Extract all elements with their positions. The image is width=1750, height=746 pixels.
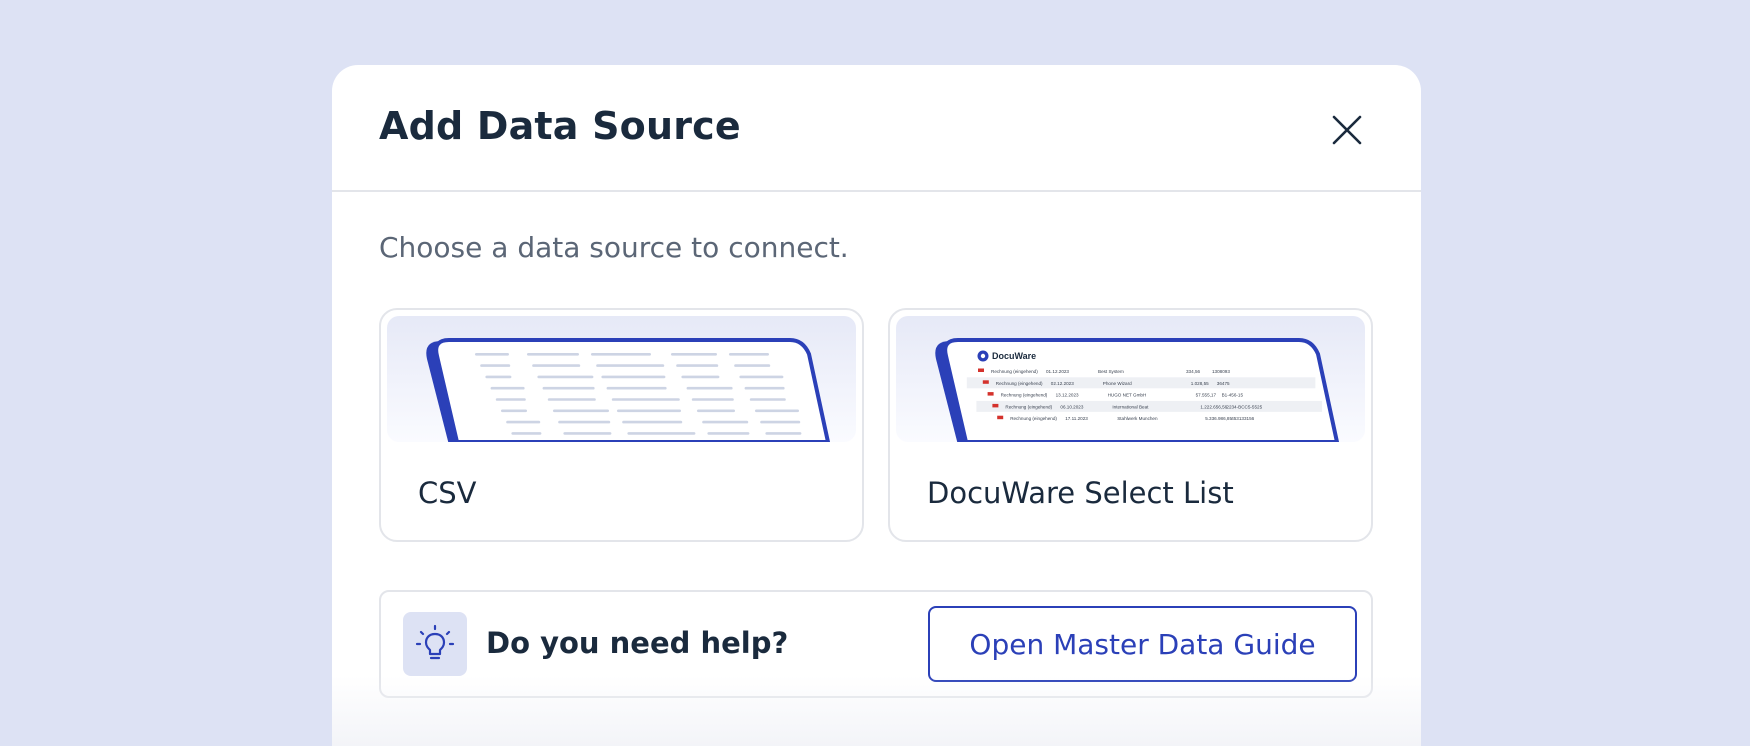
list-cell: Phone Wizard bbox=[1103, 381, 1132, 386]
placeholder-line bbox=[744, 386, 785, 390]
dialog-header: Add Data Source bbox=[332, 65, 1421, 192]
list-cell: 334,56 bbox=[1186, 369, 1200, 374]
placeholder-line bbox=[611, 398, 680, 401]
pdf-file-icon bbox=[978, 368, 984, 372]
placeholder-line bbox=[563, 432, 612, 435]
list-cell: Rechnung (eingehend) bbox=[991, 369, 1038, 374]
placeholder-line bbox=[681, 375, 720, 379]
list-cell: Rechnung (eingehend) bbox=[1001, 393, 1048, 398]
placeholder-line bbox=[627, 432, 696, 435]
list-cell: 2234-BCC5-5525 bbox=[1226, 404, 1262, 409]
placeholder-line bbox=[532, 364, 581, 367]
placeholder-line bbox=[542, 386, 595, 390]
list-cell: Rechnung (eingehend) bbox=[996, 381, 1043, 386]
help-icon-box bbox=[403, 612, 467, 676]
docuware-logo-text: DocuWare bbox=[992, 351, 1036, 361]
placeholder-line bbox=[760, 420, 801, 424]
pdf-file-icon bbox=[987, 392, 994, 396]
placeholder-line bbox=[495, 398, 526, 401]
placeholder-line bbox=[475, 353, 509, 356]
placeholder-line bbox=[506, 420, 541, 424]
list-cell: 02.12.2023 bbox=[1051, 381, 1074, 386]
placeholder-line bbox=[765, 432, 802, 435]
add-data-source-dialog: Add Data Source Choose a data source to … bbox=[332, 65, 1421, 746]
placeholder-line bbox=[527, 353, 579, 356]
list-cell: 01.12.2023 bbox=[1046, 369, 1069, 374]
list-cell: 1.028,55 bbox=[1191, 381, 1209, 386]
placeholder-line bbox=[601, 375, 666, 379]
csv-source-card[interactable]: CSV bbox=[379, 308, 864, 542]
placeholder-line bbox=[553, 409, 609, 413]
list-cell: HUGO NET GmbH bbox=[1108, 393, 1147, 398]
pdf-file-icon bbox=[992, 403, 999, 408]
list-cell: B1-456-15 bbox=[1222, 393, 1244, 398]
pdf-file-icon bbox=[997, 415, 1004, 420]
list-cell: Rechnung (eingehend) bbox=[1010, 416, 1057, 421]
pdf-file-icon bbox=[982, 380, 989, 384]
placeholder-line bbox=[501, 409, 527, 413]
placeholder-line bbox=[490, 386, 525, 390]
csv-preview-illustration bbox=[387, 316, 856, 442]
list-cell: Best System bbox=[1098, 369, 1124, 374]
placeholder-line bbox=[617, 409, 681, 413]
list-cell: 17.11.2023 bbox=[1065, 416, 1088, 421]
docuware-select-list-card[interactable]: DocuWare Rechnung (eingehend) 01.12.2023 B… bbox=[888, 308, 1373, 542]
list-cell: 1.222.656,56 bbox=[1200, 404, 1227, 409]
list-cell: 5.336.986,85 bbox=[1205, 416, 1232, 421]
dialog-subtitle: Choose a data source to connect. bbox=[379, 231, 849, 264]
placeholder-line bbox=[537, 375, 594, 379]
list-cell: 36475 bbox=[1217, 381, 1230, 386]
placeholder-line bbox=[622, 420, 683, 424]
close-icon bbox=[1332, 115, 1362, 145]
placeholder-line bbox=[480, 364, 511, 367]
placeholder-line bbox=[511, 432, 542, 435]
lightbulb-icon bbox=[415, 624, 455, 660]
placeholder-line bbox=[547, 398, 596, 401]
docuware-list-preview-illustration: DocuWare Rechnung (eingehend) 01.12.2023 B… bbox=[896, 316, 1365, 442]
list-cell: Rechnung (eingehend) bbox=[1005, 404, 1052, 409]
placeholder-line bbox=[697, 409, 735, 413]
placeholder-line bbox=[707, 432, 750, 435]
placeholder-line bbox=[749, 398, 786, 401]
list-cell: 13.12.2023 bbox=[1056, 393, 1079, 398]
csv-source-label: CSV bbox=[418, 476, 477, 510]
close-button[interactable] bbox=[1322, 105, 1372, 155]
list-cell: 1308093 bbox=[1212, 369, 1230, 374]
placeholder-line bbox=[734, 364, 771, 367]
placeholder-line bbox=[606, 386, 667, 390]
list-cell: International Beat bbox=[1112, 404, 1149, 409]
placeholder-line bbox=[558, 420, 611, 424]
placeholder-line bbox=[755, 409, 799, 413]
docuware-source-label: DocuWare Select List bbox=[927, 476, 1234, 510]
placeholder-line bbox=[702, 420, 749, 424]
placeholder-line bbox=[676, 364, 719, 367]
placeholder-line bbox=[686, 386, 733, 390]
open-master-data-guide-button[interactable]: Open Master Data Guide bbox=[928, 606, 1357, 682]
placeholder-line bbox=[671, 353, 717, 356]
list-cell: 453133156 bbox=[1231, 416, 1254, 421]
placeholder-line bbox=[739, 375, 784, 379]
placeholder-line bbox=[591, 353, 651, 356]
list-cell: 06.10.2023 bbox=[1060, 404, 1083, 409]
placeholder-line bbox=[485, 375, 512, 379]
help-text: Do you need help? bbox=[486, 626, 789, 660]
list-cell: 57.555,17 bbox=[1196, 393, 1217, 398]
placeholder-line bbox=[596, 364, 665, 367]
help-section: Do you need help? Open Master Data Guide bbox=[379, 590, 1373, 698]
dialog-title: Add Data Source bbox=[379, 104, 741, 148]
placeholder-line bbox=[729, 353, 769, 356]
list-cell: Stahlwerk Munchen bbox=[1117, 416, 1158, 421]
placeholder-line bbox=[691, 398, 734, 401]
